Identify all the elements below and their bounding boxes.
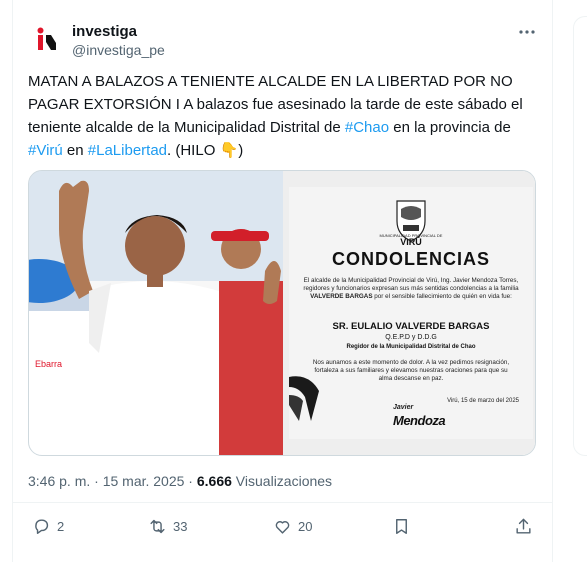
card-text-1: El alcalde de la Municipalidad Provincia… — [303, 277, 519, 302]
more-options-icon[interactable] — [517, 24, 537, 40]
card-text-1c: por el sensible fallecimiento de quién e… — [372, 293, 512, 301]
action-bar: 2 33 20 — [28, 512, 538, 540]
card-qepd: Q.E.P.D y D.D.G — [385, 334, 437, 341]
card-text-1a: El alcalde de la Municipalidad Provincia… — [303, 277, 519, 293]
author-name[interactable]: investiga — [72, 23, 137, 40]
card-text-2: Nos aunamos a este momento de dolor. A l… — [312, 359, 510, 383]
hashtag-link[interactable]: #Virú — [28, 142, 63, 159]
tweet-text: MATAN A BALAZOS A TENIENTE ALCALDE EN LA… — [28, 70, 538, 162]
card-text-1b: VALVERDE BARGAS — [310, 293, 373, 301]
tweet-meta: 3:46 p. m. · 15 mar. 2025 · 6.666 Visual… — [28, 473, 332, 489]
card-title: CONDOLENCIAS — [331, 249, 490, 269]
card-logo-line2: VIRÚ — [400, 237, 422, 247]
reply-button[interactable]: 2 — [32, 516, 64, 536]
condolence-card-image[interactable]: MUNICIPALIDAD PROVINCIAL DE VIRÚ CONDOLE… — [283, 171, 535, 455]
hashtag-link[interactable]: #LaLibertad — [88, 142, 167, 159]
card-deceased-name: SR. EULALIO VALVERDE BARGAS — [332, 321, 490, 332]
condolence-card: MUNICIPALIDAD PROVINCIAL DE VIRÚ CONDOLE… — [289, 187, 533, 439]
card-signature-first: Javier — [393, 404, 414, 411]
photo-teniente-alcalde[interactable]: Ebarra — [29, 171, 283, 455]
mourning-ribbon-icon — [289, 376, 319, 421]
tweet-text-segment: en la provincia de — [389, 119, 511, 136]
repost-count: 33 — [173, 518, 188, 534]
tweet-timestamp[interactable]: 3:46 p. m. · 15 mar. 2025 · — [28, 473, 197, 489]
repost-button[interactable]: 33 — [148, 516, 187, 536]
views-count: 6.666 — [196, 473, 232, 489]
card-signature-last: Mendoza — [393, 413, 446, 428]
card-date: Virú, 15 de marzo del 2025 — [447, 398, 519, 404]
right-panel-edge — [573, 16, 587, 456]
tweet-text-segment: en — [62, 142, 88, 159]
investiga-logo-icon — [28, 22, 64, 58]
card-role: Regidor de la Municipalidad Distrital de… — [346, 344, 476, 350]
like-count: 20 — [298, 518, 313, 534]
share-icon — [516, 518, 531, 534]
avatar[interactable] — [28, 22, 64, 58]
svg-text:Ebarra: Ebarra — [35, 359, 62, 369]
bookmark-button[interactable] — [392, 516, 417, 536]
reply-icon — [35, 518, 49, 534]
repost-icon — [150, 519, 165, 533]
tweet-media[interactable]: Ebarra MUNICIPALIDAD PROVINCIAL DE VIRÚ … — [28, 170, 536, 456]
reply-count: 2 — [57, 518, 65, 534]
divider — [12, 502, 553, 503]
heart-icon — [275, 520, 290, 534]
views-label: Visualizaciones — [231, 473, 333, 489]
author-handle[interactable]: @investiga_pe — [72, 42, 165, 58]
bookmark-icon — [396, 518, 407, 534]
share-button[interactable] — [514, 516, 539, 536]
right-column — [553, 0, 587, 562]
tweet-text-segment: . (HILO 👇) — [167, 142, 244, 159]
like-button[interactable]: 20 — [273, 516, 312, 536]
hashtag-link[interactable]: #Chao — [345, 119, 389, 136]
